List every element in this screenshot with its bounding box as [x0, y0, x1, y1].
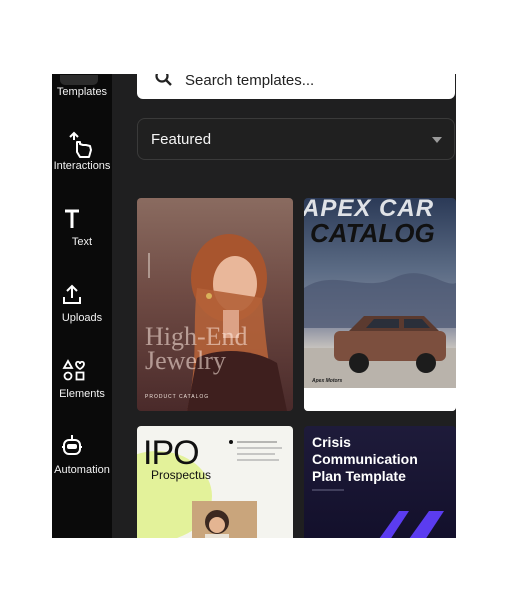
search-input[interactable]: Search templates... [137, 74, 455, 99]
text-icon [52, 206, 112, 236]
upload-icon [52, 282, 112, 312]
card-brand: Apex Motors [312, 378, 343, 384]
search-icon [154, 74, 176, 95]
card-title-line2: Communication [312, 451, 418, 467]
search-placeholder: Search templates... [185, 74, 315, 89]
template-browser: Templates Interactions Text Uploads Elem… [52, 74, 456, 538]
portrait-image [148, 234, 287, 411]
template-card-ipo[interactable]: IPO Prospectus [137, 426, 293, 538]
selected-category: Featured [151, 131, 212, 148]
card-title-line2: Jewelry [145, 346, 226, 375]
card-subtitle: Prospectus [151, 468, 212, 482]
templates-icon [52, 74, 112, 86]
chevron-down-icon [432, 137, 442, 143]
template-card-car-catalog[interactable]: APEX CAR CATALOG Apex Motors [304, 198, 456, 411]
sidebar-item-elements[interactable]: Elements [52, 358, 112, 400]
elements-icon [52, 358, 112, 388]
category-select[interactable]: Featured [137, 118, 455, 160]
sidebar: Templates Interactions Text Uploads Elem… [52, 74, 112, 538]
sidebar-item-uploads[interactable]: Uploads [52, 282, 112, 324]
card-title-line1: Crisis [312, 434, 351, 450]
interactions-icon [52, 130, 112, 160]
template-card-crisis[interactable]: Crisis Communication Plan Template [304, 426, 456, 538]
sidebar-item-text[interactable]: Text [52, 206, 112, 248]
sidebar-item-templates[interactable]: Templates [52, 74, 112, 98]
card-footer: PRODUCT CATALOG [145, 394, 210, 400]
sidebar-item-interactions[interactable]: Interactions [52, 130, 112, 172]
templates-panel: Search templates... Featured High-End Je… [112, 74, 456, 538]
card-title-line3: Plan Template [312, 468, 406, 484]
sidebar-item-automation[interactable]: Automation [52, 434, 112, 476]
template-card-jewelry[interactable]: High-End Jewelry PRODUCT CATALOG [137, 198, 293, 411]
robot-icon [52, 434, 112, 464]
card-title-main: CATALOG [310, 218, 435, 248]
